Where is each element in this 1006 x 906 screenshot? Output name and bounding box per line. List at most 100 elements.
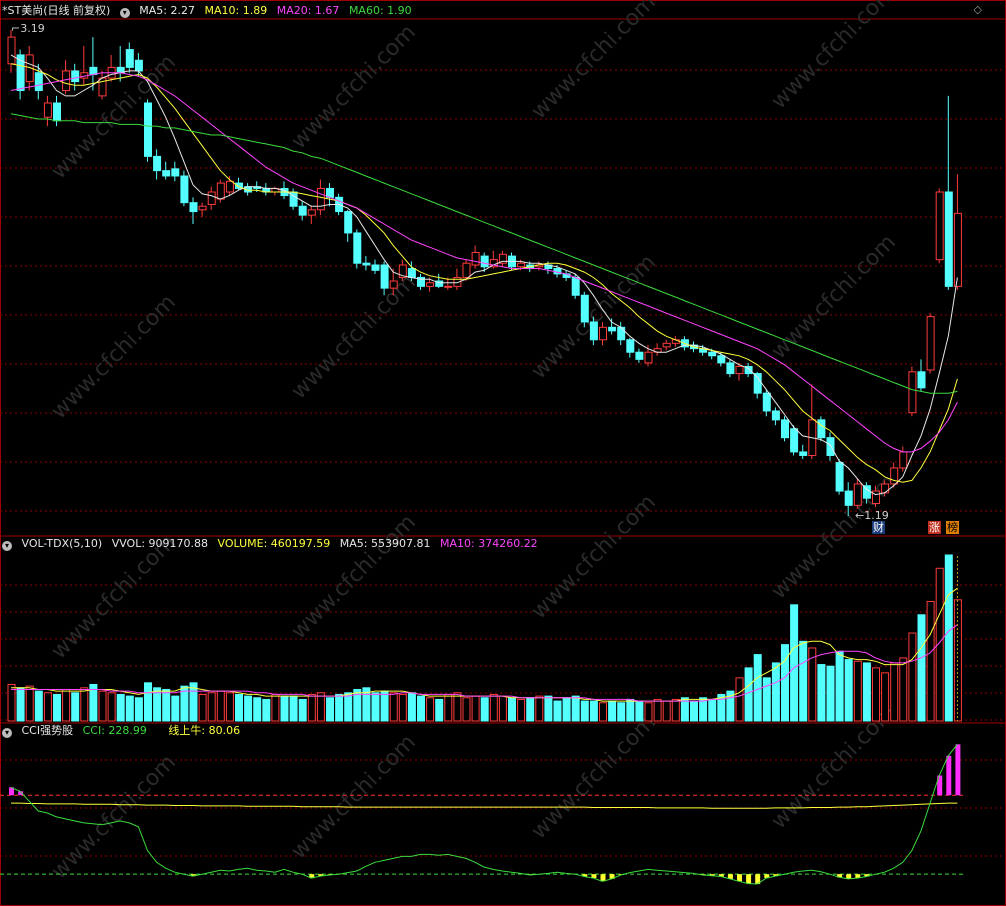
candle-body — [735, 365, 744, 375]
volume-bar — [335, 693, 344, 722]
finance-tag[interactable]: 财 — [872, 521, 885, 534]
candle-body — [180, 175, 189, 204]
cci-weak-bar — [746, 874, 752, 884]
volume-bar — [571, 695, 580, 722]
volume-bar — [899, 657, 908, 722]
volume-bar — [80, 687, 89, 722]
cci-strong-bar — [946, 755, 952, 796]
candle-body — [34, 72, 43, 92]
candle-body — [781, 419, 789, 439]
candle-body — [644, 351, 653, 364]
volume-bar — [635, 700, 644, 722]
volume-bar — [471, 695, 480, 722]
volume-bar — [917, 614, 926, 722]
volume-bar — [799, 640, 808, 722]
settings-toggle-icon[interactable]: ▾ — [119, 8, 130, 18]
candle-body — [171, 168, 180, 177]
watermark: www.cfchi.com — [527, 710, 661, 844]
volume-bar — [817, 664, 826, 722]
volume-bar — [326, 697, 334, 722]
watermark: www.cfchi.com — [287, 270, 421, 404]
candle-body — [771, 410, 780, 421]
candle-body — [480, 255, 489, 268]
volume-bar — [398, 693, 407, 722]
candle-body — [617, 326, 626, 341]
cci-indicator-name[interactable]: CCI强势股 — [22, 724, 74, 737]
volume-toggle-icon[interactable]: ▾ — [2, 541, 12, 551]
volume-bar — [198, 693, 207, 722]
volume-bar — [553, 700, 562, 722]
watermark: www.cfchi.com — [47, 750, 181, 884]
vol-ma10-label: MA10: 374260.22 — [439, 537, 538, 550]
volume-bar — [25, 685, 34, 722]
diamond-icon[interactable]: ◇ — [974, 3, 982, 16]
cci-weak-bar — [737, 874, 742, 882]
volume-bar — [644, 702, 653, 722]
volume-bar — [371, 692, 380, 722]
volume-bar — [508, 697, 516, 722]
cci-toggle-icon[interactable]: ▾ — [2, 728, 12, 738]
candle-body — [908, 371, 917, 414]
volume-bar — [771, 662, 780, 722]
volume-bar — [517, 698, 526, 722]
volume-bar — [480, 697, 489, 722]
candle-body — [917, 371, 926, 389]
cci-header: ▾ CCI强势股 CCI: 228.99 线上牛: 80.06 — [2, 723, 246, 739]
candle-body — [71, 70, 80, 83]
volume-bar — [790, 604, 799, 722]
volume-bar — [98, 690, 107, 722]
candle-body — [298, 205, 307, 216]
volume-bar — [289, 695, 298, 722]
vol-indicator-name[interactable]: VOL-TDX(5,10) — [22, 537, 103, 550]
ma60-label: MA60: 1.90 — [348, 4, 412, 17]
ma10-label: MA10: 1.89 — [204, 4, 268, 17]
vol-ma5-label: MA5: 553907.81 — [339, 537, 431, 550]
volume-bar — [216, 690, 225, 722]
cci-strong-bar — [955, 744, 961, 796]
candle-body — [944, 191, 953, 287]
rank-tag[interactable]: 榜 — [946, 521, 959, 534]
stock-title[interactable]: *ST美尚(日线 前复权) — [2, 4, 110, 17]
volume-bar — [53, 693, 61, 722]
candle-body — [362, 262, 371, 266]
volume-bar — [62, 688, 71, 722]
candle-body — [198, 205, 207, 211]
candle-body — [835, 462, 844, 492]
watermark: www.cfchi.com — [47, 290, 181, 424]
volume-bar — [690, 700, 698, 722]
watermark: www.cfchi.com — [767, 470, 901, 604]
candle-body — [926, 316, 935, 371]
volume-bar — [144, 682, 152, 722]
candle-body — [899, 451, 908, 469]
volume-bar — [116, 693, 125, 722]
volume-bar — [626, 698, 635, 722]
candle-body — [353, 232, 362, 264]
watermark: www.cfchi.com — [287, 510, 421, 644]
volume-bar — [71, 692, 80, 722]
candle-body — [444, 285, 453, 288]
candle-body — [7, 36, 16, 65]
ma20-label: MA20: 1.67 — [276, 4, 340, 17]
volume-bar — [389, 692, 398, 722]
volume-bar — [307, 693, 316, 722]
stock-chart[interactable]: www.cfchi.com www.cfchi.com www.cfchi.com w… — [0, 0, 1006, 906]
watermark: www.cfchi.com — [287, 730, 421, 864]
volume-bar — [426, 697, 435, 722]
volume-bar — [589, 700, 598, 722]
watermark: www.cfchi.com — [767, 0, 901, 114]
volume-bar — [298, 698, 307, 722]
volume-bar — [125, 695, 134, 722]
volume-bar — [498, 695, 507, 722]
volume-bar — [417, 695, 425, 722]
limit-up-tag[interactable]: 涨 — [928, 521, 941, 534]
candle-body — [844, 490, 853, 506]
volume-bar — [544, 695, 553, 722]
volume-bar — [535, 695, 544, 722]
high-price-label: ⌐3.19 — [11, 22, 45, 35]
volume-bar — [908, 632, 917, 722]
candle-body — [953, 212, 962, 287]
candle-body — [207, 191, 216, 205]
volume-bar — [453, 692, 462, 722]
candle-body — [53, 102, 61, 122]
volume-bar — [244, 695, 253, 722]
